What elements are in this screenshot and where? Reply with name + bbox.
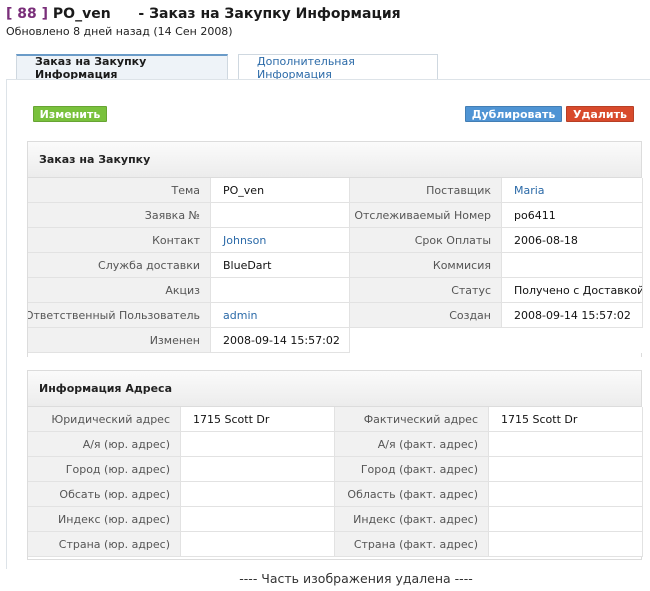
- field-label: Юридический адрес: [28, 407, 181, 432]
- field-label: Город (факт. адрес): [335, 457, 489, 482]
- record-name: PO_ven: [52, 6, 111, 22]
- field-billing-pobox: [181, 432, 335, 457]
- field-label: Область (факт. адрес): [335, 482, 489, 507]
- empty-cell: [350, 328, 502, 353]
- tab-additional-info[interactable]: Дополнительная Информация: [238, 54, 438, 81]
- contact-link[interactable]: Johnson: [211, 228, 350, 253]
- tab-bar: Заказ на Закупку Информация Дополнительн…: [16, 54, 448, 81]
- field-label: Заявка №: [28, 203, 211, 228]
- field-excise: [211, 278, 350, 303]
- address-section-title: Информация Адреса: [28, 371, 641, 407]
- field-shipping-pobox: [489, 432, 643, 457]
- field-billing-zip: [181, 507, 335, 532]
- field-billing-state: [181, 482, 335, 507]
- record-id: [ 88 ]: [6, 6, 49, 22]
- field-label: Индекс (факт. адрес): [335, 507, 489, 532]
- field-due-date: 2006-08-18: [502, 228, 643, 253]
- field-label: Страна (факт. адрес): [335, 532, 489, 557]
- field-requisition-no: [211, 203, 350, 228]
- field-status: Получено с Доставкой: [502, 278, 643, 303]
- duplicate-button[interactable]: Дублировать: [465, 106, 562, 122]
- field-created: 2008-09-14 15:57:02: [502, 303, 643, 328]
- field-label: Коммисия: [350, 253, 502, 278]
- field-billing-country: [181, 532, 335, 557]
- field-label: Индекс (юр. адрес): [28, 507, 181, 532]
- field-label: Акциз: [28, 278, 211, 303]
- field-label: Контакт: [28, 228, 211, 253]
- field-label: Город (юр. адрес): [28, 457, 181, 482]
- empty-cell: [502, 328, 643, 353]
- field-shipping-country: [489, 532, 643, 557]
- field-modified: 2008-09-14 15:57:02: [211, 328, 350, 353]
- field-carrier: BlueDart: [211, 253, 350, 278]
- field-label: Статус: [350, 278, 502, 303]
- field-label: Поставщик: [350, 178, 502, 203]
- address-grid: Юридический адрес 1715 Scott Dr Фактичес…: [28, 407, 643, 557]
- field-billing-address: 1715 Scott Dr: [181, 407, 335, 432]
- title-suffix: - Заказ на Закупку Информация: [138, 6, 401, 22]
- field-label: А/я (юр. адрес): [28, 432, 181, 457]
- assigned-user-link[interactable]: admin: [211, 303, 350, 328]
- image-cut-note: ---- Часть изображения удалена ----: [239, 571, 473, 586]
- field-label: Создан: [350, 303, 502, 328]
- field-label: Срок Оплаты: [350, 228, 502, 253]
- field-billing-city: [181, 457, 335, 482]
- field-subject: PO_ven: [211, 178, 350, 203]
- address-section: Информация Адреса Юридический адрес 1715…: [27, 370, 643, 560]
- field-label: Изменен: [28, 328, 211, 353]
- delete-button[interactable]: Удалить: [566, 106, 634, 122]
- field-shipping-state: [489, 482, 643, 507]
- page-title: [ 88 ] PO_ven - Заказ на Закупку Информа…: [6, 5, 646, 23]
- field-shipping-city: [489, 457, 643, 482]
- field-shipping-zip: [489, 507, 643, 532]
- field-shipping-address: 1715 Scott Dr: [489, 407, 643, 432]
- po-section: Заказ на Закупку Тема PO_ven Поставщик M…: [27, 141, 643, 357]
- field-label: Служба доставки: [28, 253, 211, 278]
- page-header: [ 88 ] PO_ven - Заказ на Закупку Информа…: [6, 5, 646, 40]
- edit-button[interactable]: Изменить: [33, 106, 107, 122]
- po-section-title: Заказ на Закупку: [28, 142, 641, 178]
- vendor-link[interactable]: Maria: [502, 178, 643, 203]
- field-label: Тема: [28, 178, 211, 203]
- field-label: Фактический адрес: [335, 407, 489, 432]
- field-label: Страна (юр. адрес): [28, 532, 181, 557]
- po-details-grid: Тема PO_ven Поставщик Maria Заявка № Отс…: [28, 178, 643, 353]
- field-label: Ответственный Пользователь: [28, 303, 211, 328]
- field-label: А/я (факт. адрес): [335, 432, 489, 457]
- field-label: Обсать (юр. адрес): [28, 482, 181, 507]
- tab-po-info[interactable]: Заказ на Закупку Информация: [16, 54, 228, 81]
- updated-info: Обновлено 8 дней назад (14 Сен 2008): [6, 25, 233, 38]
- field-commission: [502, 253, 643, 278]
- field-label: Отслеживаемый Номер: [350, 203, 502, 228]
- field-tracking-no: po6411: [502, 203, 643, 228]
